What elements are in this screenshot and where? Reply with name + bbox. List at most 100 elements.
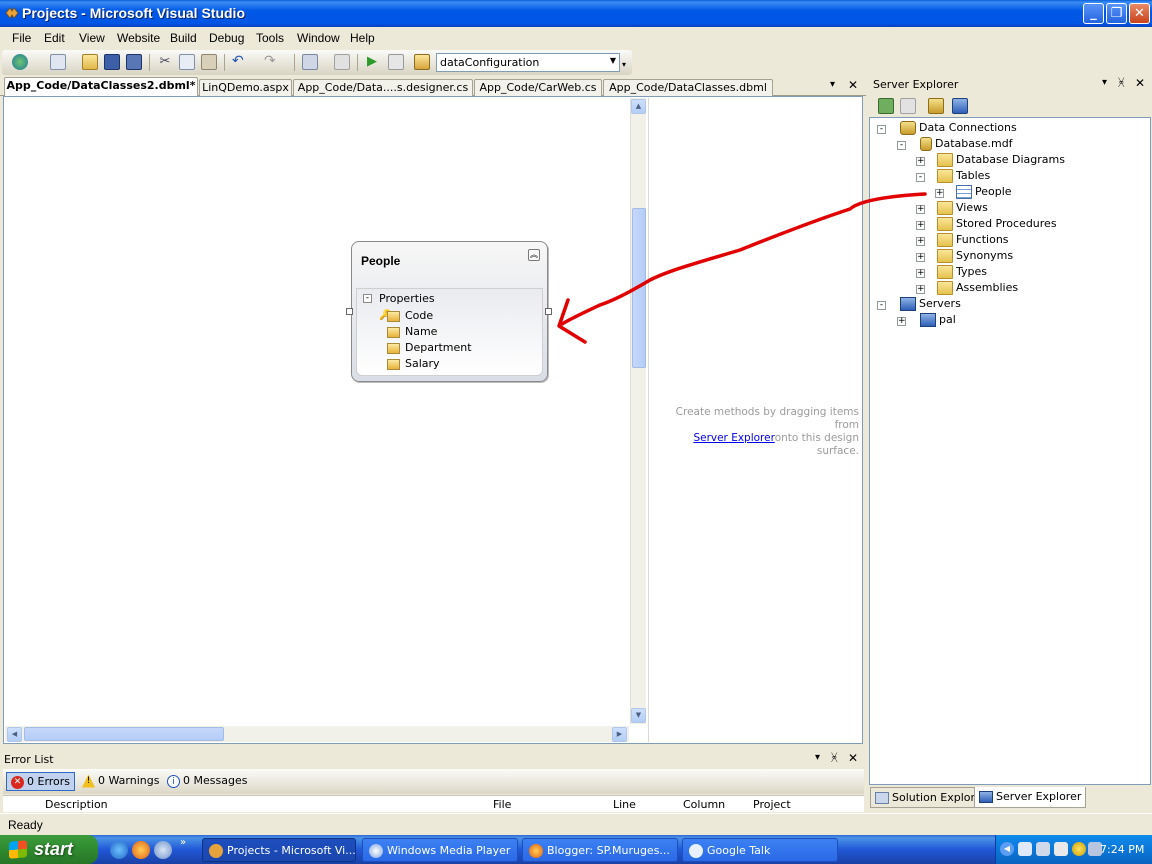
expand-icon[interactable]: + bbox=[916, 237, 925, 246]
property-code[interactable]: Code bbox=[387, 309, 433, 322]
save-all-icon[interactable] bbox=[126, 54, 142, 70]
task-media-player[interactable]: Windows Media Player bbox=[362, 838, 518, 862]
tray-expand-icon[interactable]: ◀ bbox=[1000, 842, 1014, 856]
tree-servers[interactable]: Servers bbox=[900, 297, 961, 311]
server-explorer-link[interactable]: Server Explorer bbox=[693, 432, 774, 444]
expand-icon[interactable]: + bbox=[916, 285, 925, 294]
resize-handle-left[interactable] bbox=[346, 308, 353, 315]
tab-carweb-cs[interactable]: App_Code/CarWeb.cs bbox=[474, 79, 602, 96]
expand-icon[interactable]: + bbox=[916, 205, 925, 214]
tree-functions[interactable]: Functions bbox=[937, 233, 1009, 247]
start-button[interactable]: start bbox=[0, 835, 98, 864]
attach-icon[interactable] bbox=[388, 54, 404, 70]
tree-tables[interactable]: Tables bbox=[937, 169, 990, 183]
copy-icon[interactable] bbox=[179, 54, 195, 70]
property-name[interactable]: Name bbox=[387, 325, 437, 338]
network-icon[interactable] bbox=[1036, 842, 1050, 856]
menu-tools[interactable]: Tools bbox=[256, 31, 284, 45]
collapse-icon[interactable]: - bbox=[897, 141, 906, 150]
toolbar-overflow-icon[interactable]: ▾ bbox=[622, 60, 626, 69]
configuration-dropdown[interactable]: dataConfiguration ▼ bbox=[436, 53, 620, 72]
globe-icon[interactable] bbox=[1072, 842, 1086, 856]
minimize-button[interactable]: _ bbox=[1083, 3, 1104, 24]
tree-types[interactable]: Types bbox=[937, 265, 987, 279]
tab-dataclasses-dbml[interactable]: App_Code/DataClasses.dbml bbox=[603, 79, 773, 96]
configuration-icon[interactable] bbox=[414, 54, 430, 70]
tab-linqdemo-aspx[interactable]: LinQDemo.aspx bbox=[199, 79, 292, 96]
tree-views[interactable]: Views bbox=[937, 201, 988, 215]
expand-icon[interactable]: + bbox=[916, 157, 925, 166]
column-file[interactable]: File bbox=[493, 798, 511, 811]
navigate-backward-icon[interactable] bbox=[302, 54, 318, 70]
tab-server-explorer[interactable]: Server Explorer bbox=[974, 787, 1087, 808]
menu-window[interactable]: Window bbox=[297, 31, 340, 45]
collapse-icon[interactable]: ︽ bbox=[528, 249, 540, 261]
tree-server-pal[interactable]: pal bbox=[920, 313, 956, 327]
scroll-left-button[interactable]: ◀ bbox=[7, 727, 22, 742]
expand-icon[interactable]: + bbox=[916, 221, 925, 230]
expand-icon[interactable]: + bbox=[916, 269, 925, 278]
collapse-icon[interactable]: - bbox=[877, 125, 886, 134]
chat-icon[interactable] bbox=[1018, 842, 1032, 856]
tab-designer-cs[interactable]: App_Code/Data....s.designer.cs bbox=[293, 79, 473, 96]
pin-icon[interactable]: ᚸ bbox=[831, 751, 838, 764]
server-explorer-tree[interactable]: - Data Connections - Database.mdf + Data… bbox=[869, 117, 1151, 785]
tree-database-mdf[interactable]: Database.mdf bbox=[920, 137, 1013, 151]
task-blogger[interactable]: Blogger: SP.Muruges... bbox=[522, 838, 678, 862]
menu-view[interactable]: View bbox=[79, 31, 105, 45]
paste-icon[interactable] bbox=[201, 54, 217, 70]
google-chrome-icon[interactable] bbox=[154, 841, 172, 859]
errors-filter-button[interactable]: ✕ 0 Errors bbox=[6, 772, 76, 791]
connect-database-icon[interactable] bbox=[928, 98, 944, 114]
tree-table-people[interactable]: People bbox=[956, 185, 1012, 199]
resize-handle-right[interactable] bbox=[545, 308, 552, 315]
menu-file[interactable]: File bbox=[12, 31, 31, 45]
open-icon[interactable] bbox=[82, 54, 98, 70]
tab-solution-explorer[interactable]: Solution Explorer bbox=[870, 787, 992, 808]
scroll-right-button[interactable]: ▶ bbox=[612, 727, 627, 742]
start-debugging-icon[interactable]: ▶ bbox=[364, 54, 380, 70]
redo-icon[interactable]: ↷ bbox=[264, 54, 280, 70]
tree-data-connections[interactable]: Data Connections bbox=[900, 121, 1017, 135]
navigate-forward-icon[interactable] bbox=[334, 54, 350, 70]
panel-menu-icon[interactable]: ▾ bbox=[815, 752, 820, 763]
menu-edit[interactable]: Edit bbox=[44, 31, 65, 45]
expand-icon[interactable]: + bbox=[897, 317, 906, 326]
expand-icon[interactable]: + bbox=[916, 253, 925, 262]
methods-pane[interactable]: Create methods by dragging items from Se… bbox=[648, 98, 861, 742]
warnings-filter-button[interactable]: ! 0 Warnings bbox=[78, 772, 163, 791]
stop-refresh-icon[interactable] bbox=[900, 98, 916, 114]
firefox-icon[interactable] bbox=[132, 841, 150, 859]
menu-debug[interactable]: Debug bbox=[209, 31, 244, 45]
scroll-up-button[interactable]: ▲ bbox=[631, 99, 646, 114]
tab-dataclasses2-dbml[interactable]: App_Code/DataClasses2.dbml* bbox=[4, 77, 198, 97]
close-icon[interactable]: ✕ bbox=[1135, 76, 1145, 90]
pin-icon[interactable]: ᚸ bbox=[1118, 76, 1125, 89]
column-column[interactable]: Column bbox=[683, 798, 725, 811]
scroll-down-button[interactable]: ▼ bbox=[631, 708, 646, 723]
messages-filter-button[interactable]: i0 Messages bbox=[163, 772, 251, 791]
property-salary[interactable]: Salary bbox=[387, 357, 440, 370]
tree-synonyms[interactable]: Synonyms bbox=[937, 249, 1013, 263]
new-website-icon[interactable] bbox=[12, 54, 28, 70]
undo-icon[interactable]: ↶ bbox=[232, 54, 248, 70]
people-entity[interactable]: People ︽ - Properties 🔑 Code Name Depart… bbox=[351, 241, 548, 382]
close-tab-icon[interactable]: ✕ bbox=[848, 78, 858, 92]
restore-button[interactable]: ❐ bbox=[1106, 3, 1127, 24]
close-button[interactable]: ✕ bbox=[1129, 3, 1150, 24]
menu-help[interactable]: Help bbox=[350, 31, 375, 45]
menu-build[interactable]: Build bbox=[170, 31, 197, 45]
tree-database-diagrams[interactable]: Database Diagrams bbox=[937, 153, 1065, 167]
column-line[interactable]: Line bbox=[613, 798, 636, 811]
save-icon[interactable] bbox=[104, 54, 120, 70]
add-item-icon[interactable] bbox=[50, 54, 66, 70]
tree-stored-procedures[interactable]: Stored Procedures bbox=[937, 217, 1057, 231]
scroll-thumb[interactable] bbox=[632, 208, 646, 368]
horizontal-scrollbar[interactable]: ◀ ▶ bbox=[5, 726, 629, 742]
vertical-scrollbar[interactable]: ▲ ▼ bbox=[630, 98, 646, 724]
collapse-icon[interactable]: - bbox=[877, 301, 886, 310]
connect-server-icon[interactable] bbox=[952, 98, 968, 114]
volume-icon[interactable] bbox=[1054, 842, 1068, 856]
tree-assemblies[interactable]: Assemblies bbox=[937, 281, 1018, 295]
column-project[interactable]: Project bbox=[753, 798, 791, 811]
